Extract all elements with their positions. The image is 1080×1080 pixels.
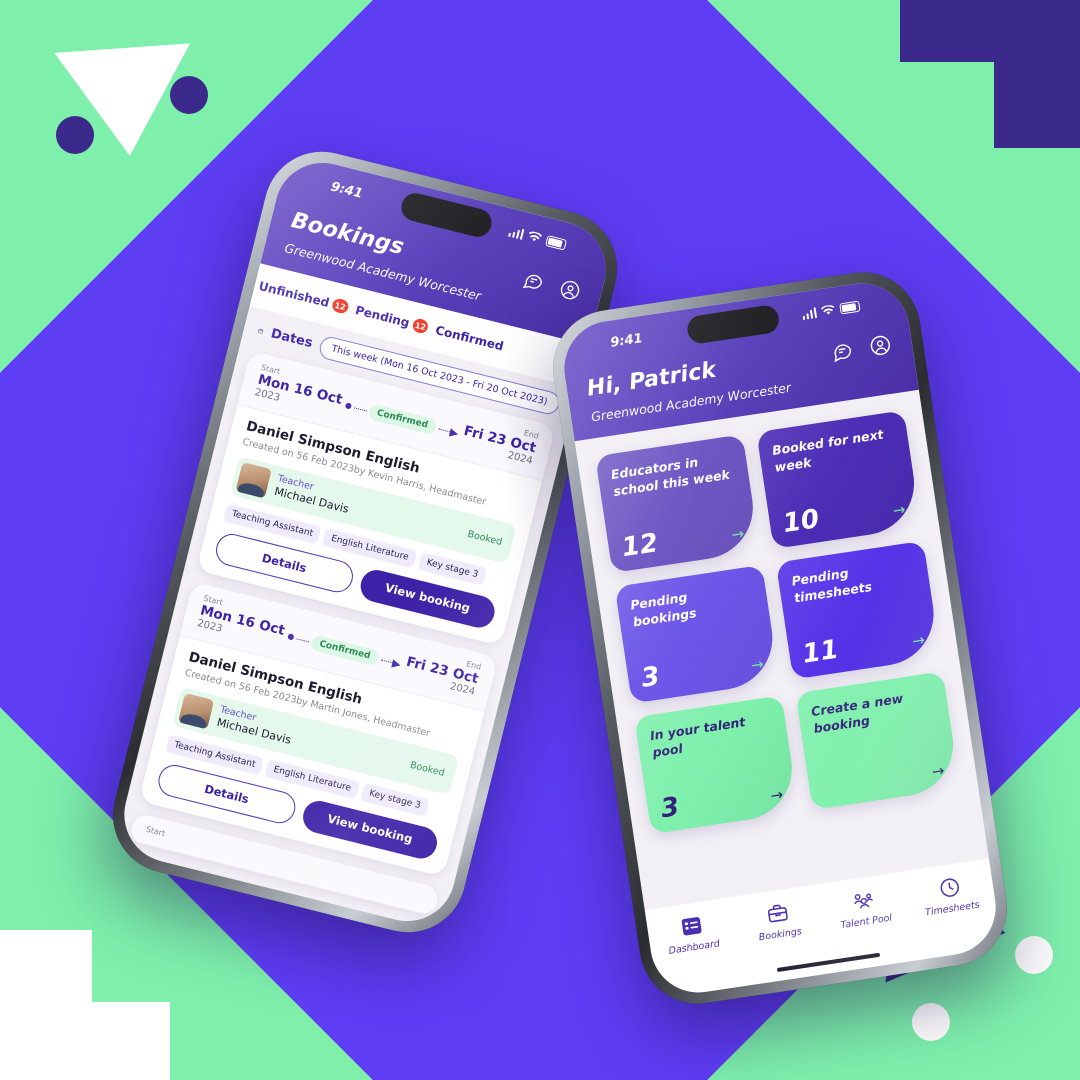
nav-label: Bookings	[758, 926, 803, 944]
dynamic-island	[685, 303, 781, 346]
booking-status-pill: Confirmed	[309, 634, 380, 667]
signal-icon	[801, 306, 818, 320]
battery-icon	[839, 300, 861, 314]
nav-item-bookings[interactable]: Bookings	[740, 897, 817, 945]
tile-talent-pool[interactable]: In your talent pool 3 →	[634, 695, 799, 835]
signal-icon	[507, 225, 525, 240]
wifi-icon	[820, 304, 835, 315]
decor-dot-purple-2	[170, 76, 208, 114]
tile-value: 3	[658, 791, 682, 825]
arrow-right-icon: →	[769, 785, 785, 806]
tile-value: 12	[619, 528, 661, 564]
decor-dot-white-1	[912, 1003, 950, 1041]
status-time: 9:41	[329, 178, 365, 202]
arrow-right-icon: →	[891, 500, 907, 520]
tag: Key stage 3	[417, 552, 487, 586]
teacher-status: Booked	[466, 528, 504, 548]
arrow-right-icon: →	[749, 654, 765, 675]
tile-label: Create a new booking	[810, 690, 905, 736]
avatar	[235, 462, 272, 499]
arrow-right-icon: →	[730, 524, 746, 544]
start-label: Start	[144, 824, 167, 839]
calendar-icon	[258, 328, 264, 334]
wifi-icon	[529, 231, 543, 241]
chat-bubble-icon[interactable]	[520, 267, 547, 294]
tab-label: Pending	[353, 303, 411, 330]
nav-label: Dashboard	[667, 938, 721, 957]
dates-label: Dates	[269, 326, 315, 352]
chat-bubble-icon[interactable]	[829, 338, 855, 364]
nav-label: Timesheets	[924, 899, 981, 919]
tag: Key stage 3	[360, 783, 430, 817]
nav-item-talent-pool[interactable]: Talent Pool	[826, 884, 903, 932]
status-time: 9:41	[609, 330, 644, 351]
tile-pending-timesheets[interactable]: Pending timesheets 11 →	[775, 540, 941, 680]
tile-value: 10	[781, 504, 822, 540]
battery-icon	[545, 235, 568, 251]
avatar	[177, 692, 215, 730]
arrow-right-icon: →	[911, 630, 927, 651]
bottom-left-step-shape	[0, 930, 170, 1080]
booking-status-pill: Confirmed	[367, 403, 438, 436]
nav-item-dashboard[interactable]: Dashboard	[654, 910, 731, 958]
tile-label: Pending bookings	[629, 589, 698, 629]
tab-label: Confirmed	[434, 323, 506, 354]
account-circle-icon[interactable]	[557, 276, 584, 303]
tile-label: Pending timesheets	[790, 565, 873, 605]
tile-booked-next-week[interactable]: Booked for next week 10 →	[756, 410, 922, 549]
top-right-step-shape	[900, 0, 1080, 148]
briefcase-icon	[767, 904, 788, 923]
tile-value: 11	[800, 634, 841, 670]
decor-dot-purple-1	[56, 116, 94, 154]
teacher-status: Booked	[408, 759, 446, 779]
arrow-right-icon: →	[930, 761, 946, 781]
nav-label: Talent Pool	[839, 912, 893, 932]
tile-pending-bookings[interactable]: Pending bookings 3 →	[614, 564, 780, 704]
people-group-icon	[853, 893, 873, 909]
status-badge: 12	[411, 317, 430, 335]
account-circle-icon[interactable]	[867, 332, 893, 358]
tile-label: Booked for next week	[771, 426, 885, 475]
tile-create-new-booking[interactable]: Create a new booking →	[795, 671, 961, 811]
clock-icon	[940, 878, 959, 897]
tile-value: 3	[639, 661, 662, 694]
dashboard-tiles: Educators in school this week 12 → Booke…	[575, 390, 978, 837]
tab-label: Unfinished	[257, 278, 331, 311]
tile-educators-in-school[interactable]: Educators in school this week 12 →	[595, 434, 760, 574]
dashboard-list-icon	[681, 917, 702, 936]
decor-dot-white-2	[1015, 936, 1053, 974]
status-badge: 12	[331, 297, 350, 315]
tile-label: In your talent pool	[648, 714, 747, 760]
nav-item-timesheets[interactable]: Timesheets	[912, 872, 989, 920]
tile-label: Educators in school this week	[609, 454, 731, 499]
